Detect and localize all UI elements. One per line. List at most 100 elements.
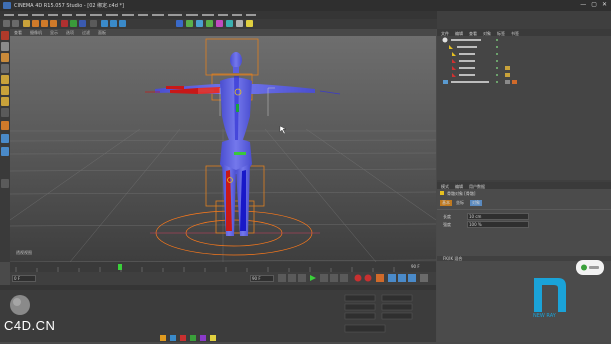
viewport-corner-label: 透视视图	[16, 249, 32, 255]
spline-pen-icon[interactable]	[196, 20, 203, 27]
scale-tool-icon[interactable]	[41, 20, 48, 27]
menu-item-animate[interactable]	[106, 14, 118, 16]
menu-item-create[interactable]	[32, 14, 44, 16]
timeline-ruler[interactable]: 90 F	[10, 262, 436, 272]
am-menu-mode[interactable]: 模式	[441, 184, 449, 190]
scale-key-icon[interactable]	[408, 274, 416, 282]
generator-icon[interactable]	[206, 20, 213, 27]
timeline-end-label: 90 F	[411, 264, 420, 269]
section-tab-object[interactable]: 对象	[470, 200, 482, 206]
minimize-button[interactable]: —	[580, 2, 586, 8]
object-tree-rows[interactable]	[442, 37, 490, 85]
playhead-marker[interactable]	[118, 264, 122, 270]
perspective-viewport[interactable]: 查看 摄像机 显示 选项 过滤 面板 透视视图	[10, 29, 436, 262]
visibility-dots[interactable]	[496, 39, 498, 83]
undo-icon[interactable]	[3, 20, 10, 27]
y-axis-lock-icon[interactable]	[70, 20, 77, 27]
coordinate-system-icon[interactable]	[90, 20, 97, 27]
redo-icon[interactable]	[12, 20, 19, 27]
axis-mode-icon[interactable]	[1, 108, 9, 117]
section-tab-coord[interactable]: 坐标	[456, 200, 464, 206]
deformer-icon[interactable]	[216, 20, 223, 27]
section-tab-basic[interactable]: 基本	[440, 200, 452, 206]
menu-item-file[interactable]	[4, 14, 14, 16]
menu-item-edit[interactable]	[18, 14, 28, 16]
cube-primitive-icon[interactable]	[176, 20, 183, 27]
menu-item-character[interactable]	[186, 14, 198, 16]
menu-item-select[interactable]	[48, 14, 58, 16]
attribute-section-tabs: 基本 坐标 对象	[440, 200, 500, 206]
material-preview-sphere[interactable]	[10, 295, 30, 315]
polygon-object-icon	[443, 80, 448, 84]
menu-item-script[interactable]	[218, 14, 228, 16]
record-icon[interactable]	[354, 274, 362, 282]
prev-frame-icon[interactable]	[298, 274, 306, 282]
live-selection-icon[interactable]	[23, 20, 30, 27]
transport-bar: 0 F 90 F	[10, 272, 436, 285]
bone-icon	[452, 52, 456, 56]
polygons-mode-icon[interactable]	[1, 97, 9, 106]
texture-mode-icon[interactable]	[1, 53, 9, 62]
start-frame-value: 0 F	[14, 276, 21, 281]
next-frame-icon[interactable]	[320, 274, 328, 282]
window-controls: — ▢ ✕	[580, 2, 607, 8]
menu-item-mesh[interactable]	[76, 14, 86, 16]
edges-mode-icon[interactable]	[1, 86, 9, 95]
prev-key-icon[interactable]	[288, 274, 296, 282]
window-title: CINEMA 4D R15.057 Studio - [02 绑定.c4d *]	[14, 3, 124, 9]
end-frame-value: 90 F	[252, 276, 261, 281]
am-menu-edit[interactable]: 编辑	[455, 184, 463, 190]
maximize-button[interactable]: ▢	[591, 2, 597, 8]
fk-ik-blend-label: FK/IK 混合	[443, 256, 463, 261]
model-mode-icon[interactable]	[1, 42, 9, 51]
go-to-start-icon[interactable]	[278, 274, 286, 282]
keyframe-selection-icon[interactable]	[376, 274, 384, 282]
menu-item-simulate[interactable]	[122, 14, 134, 16]
newray-logo-text: NEW RAY	[533, 313, 556, 319]
light-icon[interactable]	[246, 20, 253, 27]
render-view-icon[interactable]	[101, 20, 108, 27]
render-picture-viewer-icon[interactable]	[110, 20, 117, 27]
menu-item-sculpt[interactable]	[152, 14, 164, 16]
move-tool-icon[interactable]	[32, 20, 39, 27]
make-editable-icon[interactable]	[1, 31, 9, 40]
playback-controls	[278, 274, 428, 282]
position-key-icon[interactable]	[388, 274, 396, 282]
points-mode-icon[interactable]	[1, 75, 9, 84]
x-axis-lock-icon[interactable]	[61, 20, 68, 27]
attribute-field-label: 长度	[443, 214, 451, 219]
close-button[interactable]: ✕	[602, 2, 607, 8]
tag-icons[interactable]	[505, 66, 517, 84]
menu-item-motion-tracker[interactable]	[168, 14, 182, 16]
menu-item-help[interactable]	[246, 14, 256, 16]
cinema4d-app-icon	[3, 2, 11, 9]
menu-item-render[interactable]	[138, 14, 148, 16]
play-icon[interactable]	[310, 275, 316, 281]
newray-logo	[534, 278, 566, 312]
timeline-settings-icon[interactable]	[420, 274, 428, 282]
render-settings-icon[interactable]	[119, 20, 126, 27]
menu-item-tools[interactable]	[62, 14, 72, 16]
timeline-ticks	[10, 262, 436, 272]
tweak-mode-icon[interactable]	[1, 121, 9, 130]
menu-item-snap[interactable]	[90, 14, 102, 16]
bottom-panel-graphics	[0, 285, 436, 342]
z-axis-lock-icon[interactable]	[79, 20, 86, 27]
go-to-end-icon[interactable]	[340, 274, 348, 282]
environment-icon[interactable]	[226, 20, 233, 27]
chat-bubble-widget[interactable]	[576, 260, 604, 275]
next-key-icon[interactable]	[330, 274, 338, 282]
snap-icon[interactable]	[1, 134, 9, 143]
rotate-tool-icon[interactable]	[50, 20, 57, 27]
bone-icon	[449, 45, 453, 49]
autokey-icon[interactable]	[364, 274, 372, 282]
camera-icon[interactable]	[236, 20, 243, 27]
am-menu-user-data[interactable]: 用户数据	[469, 184, 485, 190]
menu-item-plugins[interactable]	[202, 14, 214, 16]
lock-workplane-icon[interactable]	[1, 147, 9, 156]
rotation-key-icon[interactable]	[398, 274, 406, 282]
solo-mode-icon[interactable]	[1, 179, 9, 188]
workplane-mode-icon[interactable]	[1, 64, 9, 73]
menu-item-window[interactable]	[232, 14, 242, 16]
subdivision-surface-icon[interactable]	[186, 20, 193, 27]
